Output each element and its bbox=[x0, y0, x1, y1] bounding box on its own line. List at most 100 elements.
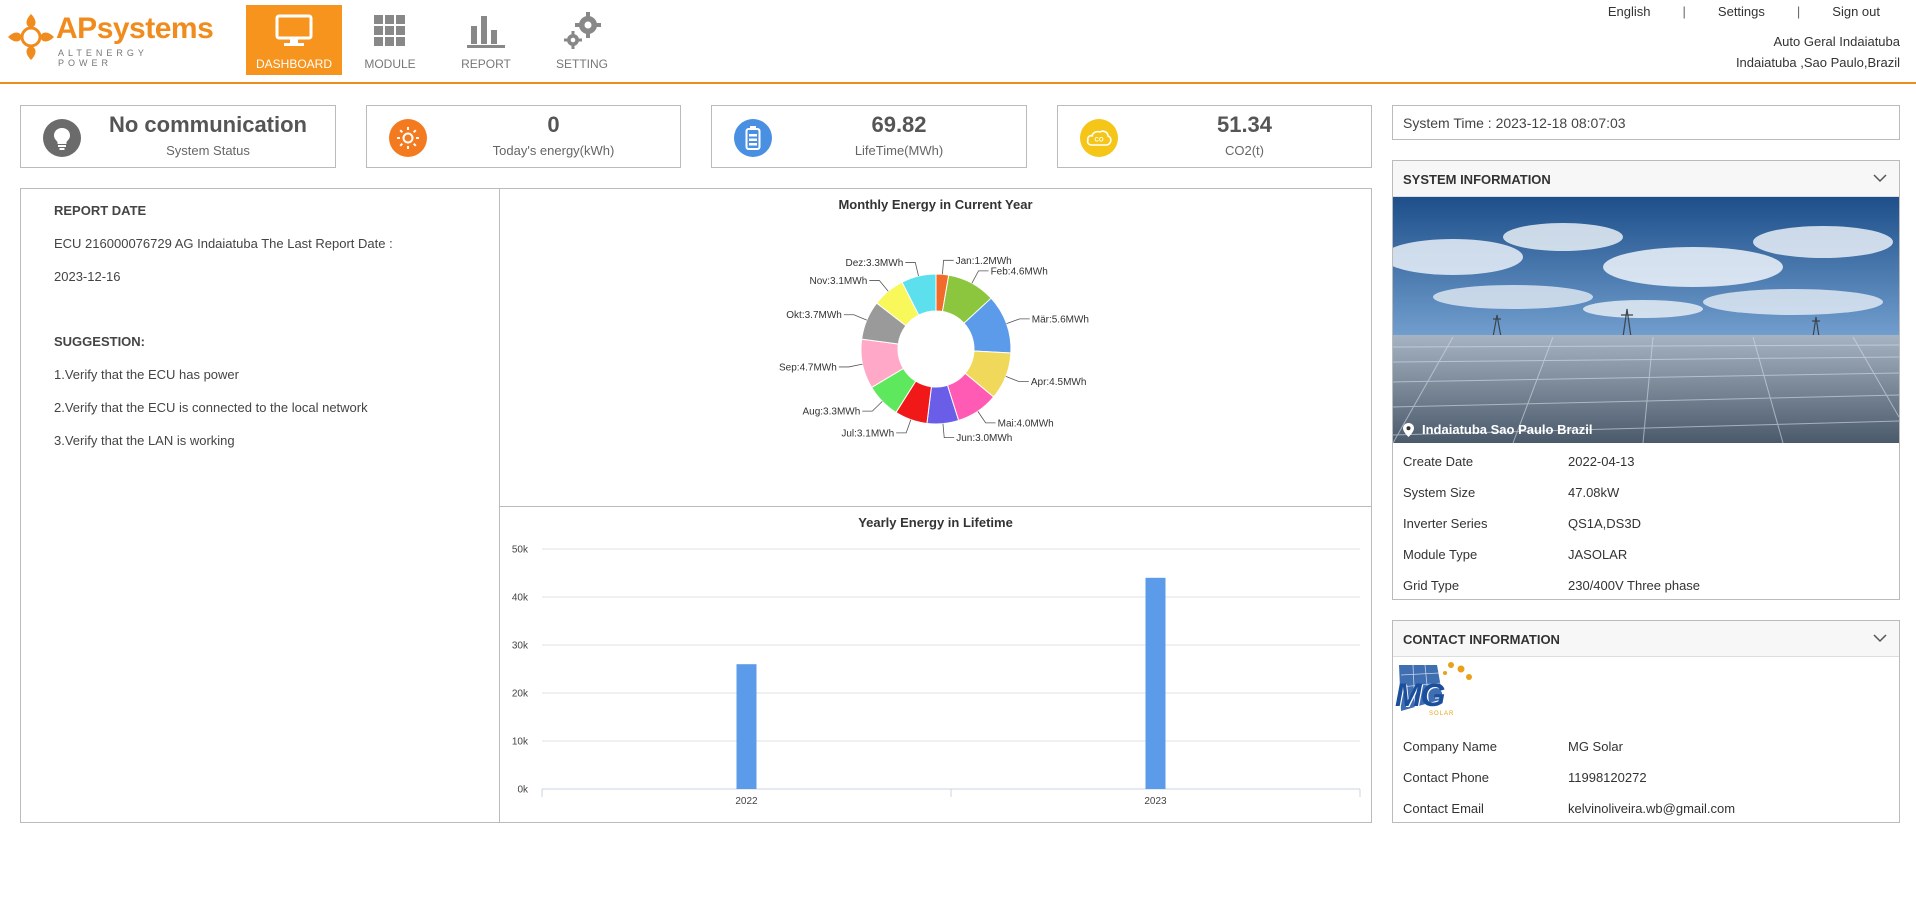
info-value: 47.08kW bbox=[1568, 485, 1620, 500]
info-key: Inverter Series bbox=[1403, 516, 1488, 531]
info-row-module-type: Module Type JASOLAR bbox=[1393, 539, 1899, 570]
info-key: Contact Email bbox=[1403, 801, 1484, 816]
signout-link[interactable]: Sign out bbox=[1822, 4, 1890, 19]
today-energy-value: 0 bbox=[547, 112, 560, 137]
donut-leader-line bbox=[977, 411, 996, 424]
y-tick-label: 40k bbox=[512, 593, 529, 604]
main-nav: DASHBOARD MODULE REPORT SETTING bbox=[246, 5, 630, 75]
info-value: 230/400V Three phase bbox=[1568, 578, 1701, 593]
today-energy-card: 0 Today's energy(kWh) bbox=[366, 105, 681, 168]
report-date-heading: REPORT DATE bbox=[54, 203, 147, 218]
nav-setting[interactable]: SETTING bbox=[534, 5, 630, 75]
info-value: JASOLAR bbox=[1568, 547, 1628, 562]
contact-info-header[interactable]: CONTACT INFORMATION bbox=[1393, 621, 1899, 657]
contact-information-panel: CONTACT INFORMATION MG SOLAR Company Nam… bbox=[1392, 620, 1900, 823]
donut-label: Nov:3.1MWh bbox=[809, 276, 867, 287]
language-link[interactable]: English bbox=[1598, 4, 1661, 19]
donut-label: Sep:4.7MWh bbox=[779, 362, 837, 373]
top-links: English | Settings | Sign out bbox=[1598, 4, 1890, 19]
donut-label: Jun:3.0MWh bbox=[956, 433, 1012, 444]
donut-label: Mai:4.0MWh bbox=[998, 418, 1054, 429]
chevron-down-icon[interactable] bbox=[1873, 633, 1887, 643]
info-key: Grid Type bbox=[1403, 578, 1460, 593]
link-separator: | bbox=[1682, 4, 1686, 19]
user-name: Auto Geral Indaiatuba bbox=[1773, 34, 1900, 49]
suggestion-heading: SUGGESTION: bbox=[54, 334, 146, 349]
link-separator: | bbox=[1796, 4, 1801, 19]
info-row-grid-type: Grid Type 230/400V Three phase bbox=[1393, 570, 1899, 601]
logo-systems: systems bbox=[96, 12, 214, 45]
logo-subtitle: ALTENERGY POWER bbox=[58, 48, 148, 68]
system-photo: Indaiatuba Sao Paulo Brazil bbox=[1393, 197, 1899, 443]
report-date: 2023-12-16 bbox=[54, 269, 121, 284]
info-key: Create Date bbox=[1403, 454, 1474, 469]
bar-2022[interactable] bbox=[736, 664, 757, 789]
today-energy-label: Today's energy(kWh) bbox=[492, 143, 615, 158]
y-tick-label: 20k bbox=[512, 689, 529, 700]
donut-label: Okt:3.7MWh bbox=[786, 310, 842, 321]
mg-logo-subtext: SOLAR bbox=[1429, 711, 1455, 717]
system-info-header[interactable]: SYSTEM INFORMATION bbox=[1393, 161, 1899, 197]
system-information-panel: SYSTEM INFORMATION Indaiatuba Sao Paulo … bbox=[1392, 160, 1900, 600]
lifetime-card: 69.82 LifeTime(MWh) bbox=[711, 105, 1027, 168]
donut-leader-line bbox=[838, 363, 863, 368]
contact-info-rows: Company Name MG Solar Contact Phone 119981… bbox=[1393, 723, 1899, 824]
donut-label: Jan:1.2MWh bbox=[956, 256, 1012, 267]
system-status-card: No communication System Status bbox=[20, 105, 336, 168]
svg-text:CO: CO bbox=[1095, 138, 1104, 144]
y-tick-label: 10k bbox=[512, 737, 529, 748]
report-panel: REPORT DATE ECU 216000076729 AG Indaiatu… bbox=[20, 188, 500, 823]
nav-setting-label: SETTING bbox=[555, 57, 608, 71]
apsystems-logo[interactable]: APsystems ALTENERGY POWER bbox=[6, 10, 214, 68]
yearly-energy-chart: Yearly Energy in Lifetime 0k 10k 20k 30k 40k… bbox=[499, 506, 1372, 823]
chevron-down-icon[interactable] bbox=[1873, 173, 1887, 183]
nav-dashboard[interactable]: DASHBOARD bbox=[246, 5, 342, 75]
system-info-rows: Create Date 2022-04-13 System Size 47.08kW… bbox=[1393, 443, 1899, 601]
system-time: System Time : 2023-12-18 08:07:03 bbox=[1392, 105, 1900, 140]
logo-wordmark: APsystems bbox=[56, 12, 214, 46]
info-row-contact-email: Contact Email kelvinoliveira.wb@gmail.com bbox=[1393, 793, 1899, 824]
info-value[interactable]: kelvinoliveira.wb@gmail.com bbox=[1568, 801, 1735, 816]
info-row-create-date: Create Date 2022-04-13 bbox=[1393, 446, 1899, 477]
info-row-contact-phone: Contact Phone 11998120272 bbox=[1393, 762, 1899, 793]
x-tick-label: 2023 bbox=[1144, 796, 1167, 807]
donut-svg: Jan:1.2MWhFeb:4.6MWh Mär:5.6MWh Apr:4.5MWh… bbox=[779, 256, 1089, 444]
donut-label: Apr:4.5MWh bbox=[1031, 377, 1087, 388]
nav-report[interactable]: REPORT bbox=[438, 5, 534, 75]
donut-leader-line bbox=[869, 280, 889, 292]
donut-leader-line bbox=[1005, 376, 1029, 382]
donut-label: Mär:5.6MWh bbox=[1032, 314, 1089, 325]
nav-report-label: REPORT bbox=[461, 57, 511, 71]
contact-info-title: CONTACT INFORMATION bbox=[1403, 632, 1560, 647]
gears-icon bbox=[562, 11, 602, 51]
logo-ap: AP bbox=[56, 12, 97, 45]
co2-label: CO2(t) bbox=[1225, 143, 1264, 158]
settings-link[interactable]: Settings bbox=[1708, 4, 1775, 19]
battery-icon bbox=[734, 119, 772, 157]
suggestion-item: 3.Verify that the LAN is working bbox=[54, 433, 235, 448]
monitor-icon bbox=[274, 11, 314, 51]
donut-leader-line bbox=[905, 262, 919, 277]
yearly-chart-title: Yearly Energy in Lifetime bbox=[858, 515, 1013, 530]
solar-farm-image bbox=[1393, 197, 1899, 443]
donut-label: Aug:3.3MWh bbox=[802, 407, 860, 418]
info-key: System Size bbox=[1403, 485, 1476, 500]
lightbulb-icon bbox=[43, 119, 81, 157]
donut-label: Jul:3.1MWh bbox=[841, 428, 894, 439]
monthly-energy-chart: Monthly Energy in Current Year Jan:1.2MW… bbox=[499, 188, 1372, 507]
nav-module[interactable]: MODULE bbox=[342, 5, 438, 75]
co2-icon: CO bbox=[1080, 119, 1118, 157]
info-row-system-size: System Size 47.08kW bbox=[1393, 477, 1899, 508]
donut-label: Dez:3.3MWh bbox=[845, 258, 903, 269]
bar-2023[interactable] bbox=[1145, 577, 1166, 789]
donut-leader-line bbox=[971, 270, 989, 284]
y-tick-label: 0k bbox=[517, 785, 529, 796]
logo-flower-icon bbox=[8, 14, 54, 60]
info-value[interactable]: 11998120272 bbox=[1568, 770, 1647, 785]
monthly-chart-title: Monthly Energy in Current Year bbox=[838, 197, 1033, 212]
system-status-value: No communication bbox=[108, 112, 307, 137]
suggestion-item: 1.Verify that the ECU has power bbox=[54, 367, 239, 382]
donut-leader-line bbox=[862, 401, 883, 412]
info-key: Module Type bbox=[1403, 547, 1478, 562]
nav-module-label: MODULE bbox=[364, 57, 416, 71]
